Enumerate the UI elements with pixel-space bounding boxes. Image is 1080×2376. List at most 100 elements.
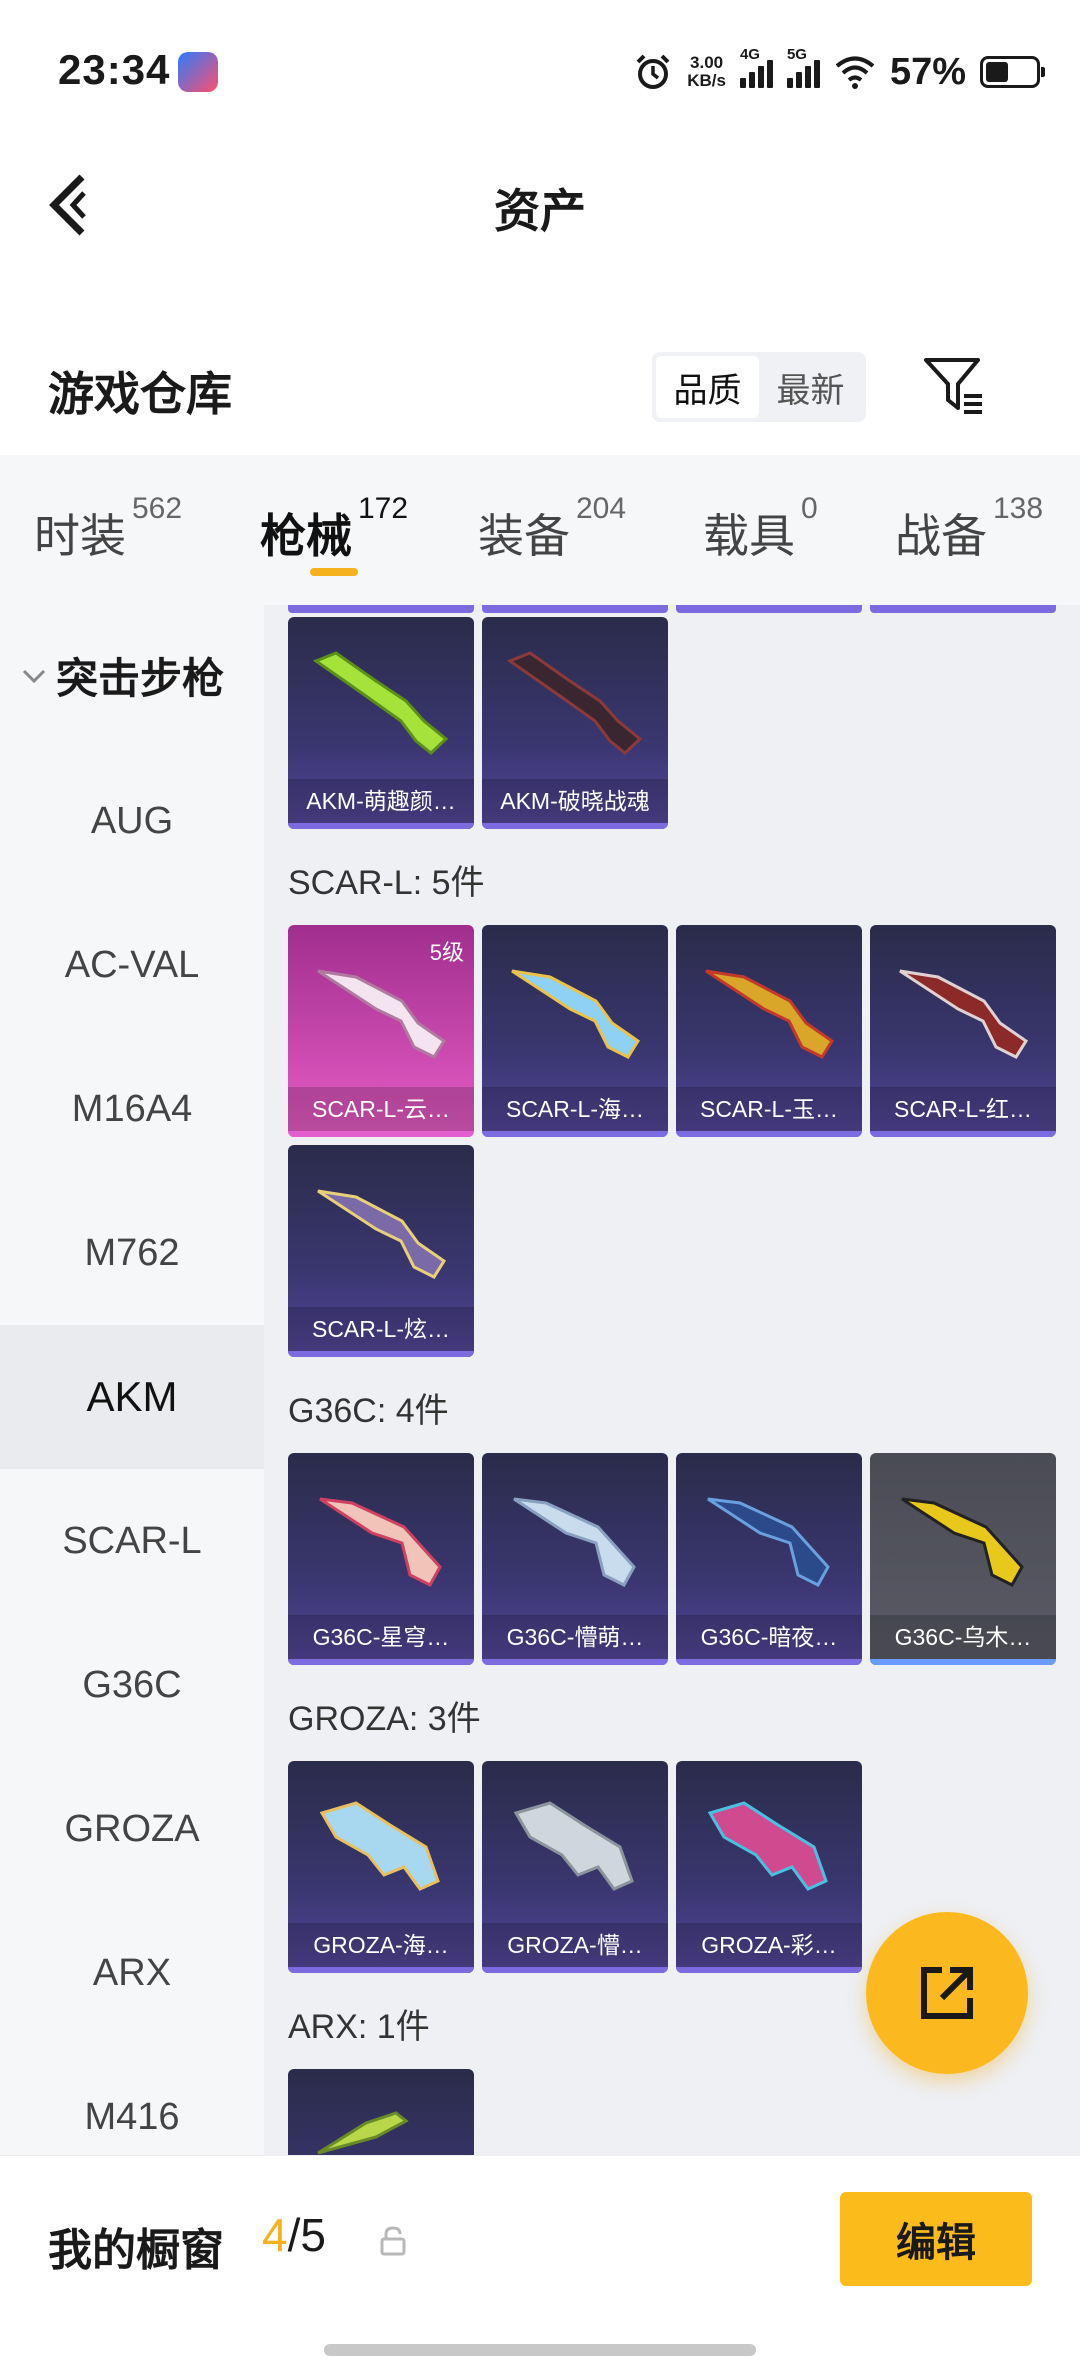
tab-indicator: [310, 568, 358, 576]
weapon-card[interactable]: G36C-星穹…: [288, 1453, 474, 1665]
weapon-name: SCAR-L-海…: [482, 1087, 668, 1131]
rarity-bar: [288, 1659, 474, 1665]
showcase-title: 我的橱窗: [48, 2226, 224, 2275]
rifle-skin-image: [513, 1497, 636, 1587]
net-speed-unit: KB/s: [687, 71, 726, 90]
tab-label: 战备: [895, 510, 987, 562]
rarity-bar: [870, 1131, 1056, 1137]
group-label-groza: GROZA: 3件: [288, 1700, 481, 1738]
weapon-card[interactable]: SCAR-L-红…: [870, 925, 1056, 1137]
tab-vehicles[interactable]: 载具0: [703, 492, 818, 566]
signal-type-2: 5G: [786, 46, 807, 63]
rifle-skin-image: [317, 969, 447, 1059]
tab-label: 时装: [34, 510, 126, 562]
status-icons: 3.00 KB/s 4G 5G 57%: [633, 44, 1045, 100]
rarity-bar: [482, 823, 668, 829]
share-button[interactable]: [866, 1912, 1028, 2074]
weapon-name: G36C-懵萌…: [482, 1615, 668, 1659]
weapon-name: AKM-萌趣颜…: [288, 779, 474, 823]
weapon-card[interactable]: AKM-破晓战魂: [482, 617, 668, 829]
rarity-bar: [870, 1659, 1056, 1665]
rarity-bar: [288, 823, 474, 829]
weapon-name: G36C-星穹…: [288, 1615, 474, 1659]
home-indicator[interactable]: [324, 2344, 756, 2356]
tab-label: 装备: [478, 510, 570, 562]
filter-icon: [924, 358, 982, 414]
sidebar-item-akm[interactable]: AKM: [0, 1325, 264, 1469]
weapon-card[interactable]: GROZA-懵…: [482, 1761, 668, 1973]
weapon-name: GROZA-海…: [288, 1923, 474, 1967]
weapon-name: G36C-乌木…: [870, 1615, 1056, 1659]
rifle-skin-image: [319, 1497, 442, 1587]
weapon-card[interactable]: GROZA-海…: [288, 1761, 474, 1973]
card-edge: [288, 605, 474, 613]
weapon-card[interactable]: G36C-乌木…: [870, 1453, 1056, 1665]
rifle-skin-image: [707, 1801, 828, 1891]
rarity-bar: [482, 1967, 668, 1973]
app-notification-icon: [178, 52, 218, 92]
edit-button[interactable]: 编辑: [840, 2192, 1032, 2286]
rifle-skin-image: [901, 1497, 1024, 1587]
tab-label: 枪械: [260, 510, 352, 562]
sort-option-quality[interactable]: 品质: [656, 356, 759, 418]
weapon-name: G36C-暗夜…: [676, 1615, 862, 1659]
weapon-name: GROZA-彩…: [676, 1923, 862, 1967]
sidebar-item-m16a4[interactable]: M16A4: [0, 1037, 264, 1181]
sidebar-item-scar-l[interactable]: SCAR-L: [0, 1469, 264, 1613]
rifle-skin-image: [319, 1801, 440, 1891]
tab-guns[interactable]: 枪械172: [260, 492, 408, 566]
weapon-card[interactable]: G36C-懵萌…: [482, 1453, 668, 1665]
sidebar-item-arx[interactable]: ARX: [0, 1901, 264, 2045]
category-tabs: 时装562 枪械172 装备204 载具0 战备138: [0, 455, 1080, 605]
rifle-skin-image: [513, 1801, 634, 1891]
rarity-bar: [482, 1131, 668, 1137]
weapon-card[interactable]: AKM-萌趣颜…: [288, 617, 474, 829]
wifi-icon: [835, 56, 875, 89]
sidebar-item-ac-val[interactable]: AC-VAL: [0, 893, 264, 1037]
rarity-bar: [676, 1659, 862, 1665]
weapon-card[interactable]: GROZA-彩…: [676, 1761, 862, 1973]
tab-count: 0: [801, 492, 818, 525]
sidebar-item-m762[interactable]: M762: [0, 1181, 264, 1325]
showcase-current: 4: [262, 2209, 288, 2261]
weapon-name: SCAR-L-红…: [870, 1087, 1056, 1131]
rifle-skin-image: [506, 651, 643, 755]
weapon-card[interactable]: G36C-暗夜…: [676, 1453, 862, 1665]
weapon-card[interactable]: SCAR-L-炫…: [288, 1145, 474, 1357]
rarity-bar: [676, 1131, 862, 1137]
weapon-name: SCAR-L-云…: [288, 1087, 474, 1131]
showcase-count: 4/5: [262, 2208, 326, 2262]
sidebar-group-assault-rifles[interactable]: 突击步枪: [20, 645, 224, 706]
sidebar-item-aug[interactable]: AUG: [0, 749, 264, 893]
tab-supplies[interactable]: 战备138: [895, 492, 1043, 566]
weapon-name: GROZA-懵…: [482, 1923, 668, 1967]
sidebar: 突击步枪 AUG AC-VAL M16A4 M762 AKM SCAR-L G3…: [0, 605, 264, 2155]
alarm-icon: [636, 54, 670, 89]
tab-count: 138: [993, 492, 1044, 525]
rarity-bar: [482, 1659, 668, 1665]
sidebar-item-groza[interactable]: GROZA: [0, 1757, 264, 1901]
card-edge: [676, 605, 862, 613]
rarity-bar: [676, 1967, 862, 1973]
sidebar-group-label: 突击步枪: [56, 655, 225, 702]
rifle-skin-image: [511, 969, 641, 1059]
rifle-skin-image: [899, 969, 1029, 1059]
net-speed-value: 3.00: [690, 53, 724, 72]
weapon-card[interactable]: [288, 2069, 474, 2155]
group-label-arx: ARX: 1件: [288, 2008, 430, 2046]
weapon-card[interactable]: SCAR-L-海…: [482, 925, 668, 1137]
filter-button[interactable]: [922, 354, 986, 418]
tab-fashion[interactable]: 时装562: [34, 492, 182, 566]
sort-option-latest[interactable]: 最新: [759, 356, 862, 418]
section-title: 游戏仓库: [48, 368, 232, 420]
weapon-card[interactable]: SCAR-L-玉…: [676, 925, 862, 1137]
share-icon: [921, 1967, 973, 2019]
weapon-name: AKM-破晓战魂: [482, 779, 668, 823]
sidebar-item-m416[interactable]: M416: [0, 2045, 264, 2155]
weapon-card[interactable]: 5级 SCAR-L-云…: [288, 925, 474, 1137]
showcase-bar: 我的橱窗 4/5 编辑: [0, 2155, 1080, 2376]
sidebar-item-g36c[interactable]: G36C: [0, 1613, 264, 1757]
tab-equipment[interactable]: 装备204: [478, 492, 626, 566]
tab-count: 204: [576, 492, 627, 525]
battery-icon: [980, 56, 1045, 88]
